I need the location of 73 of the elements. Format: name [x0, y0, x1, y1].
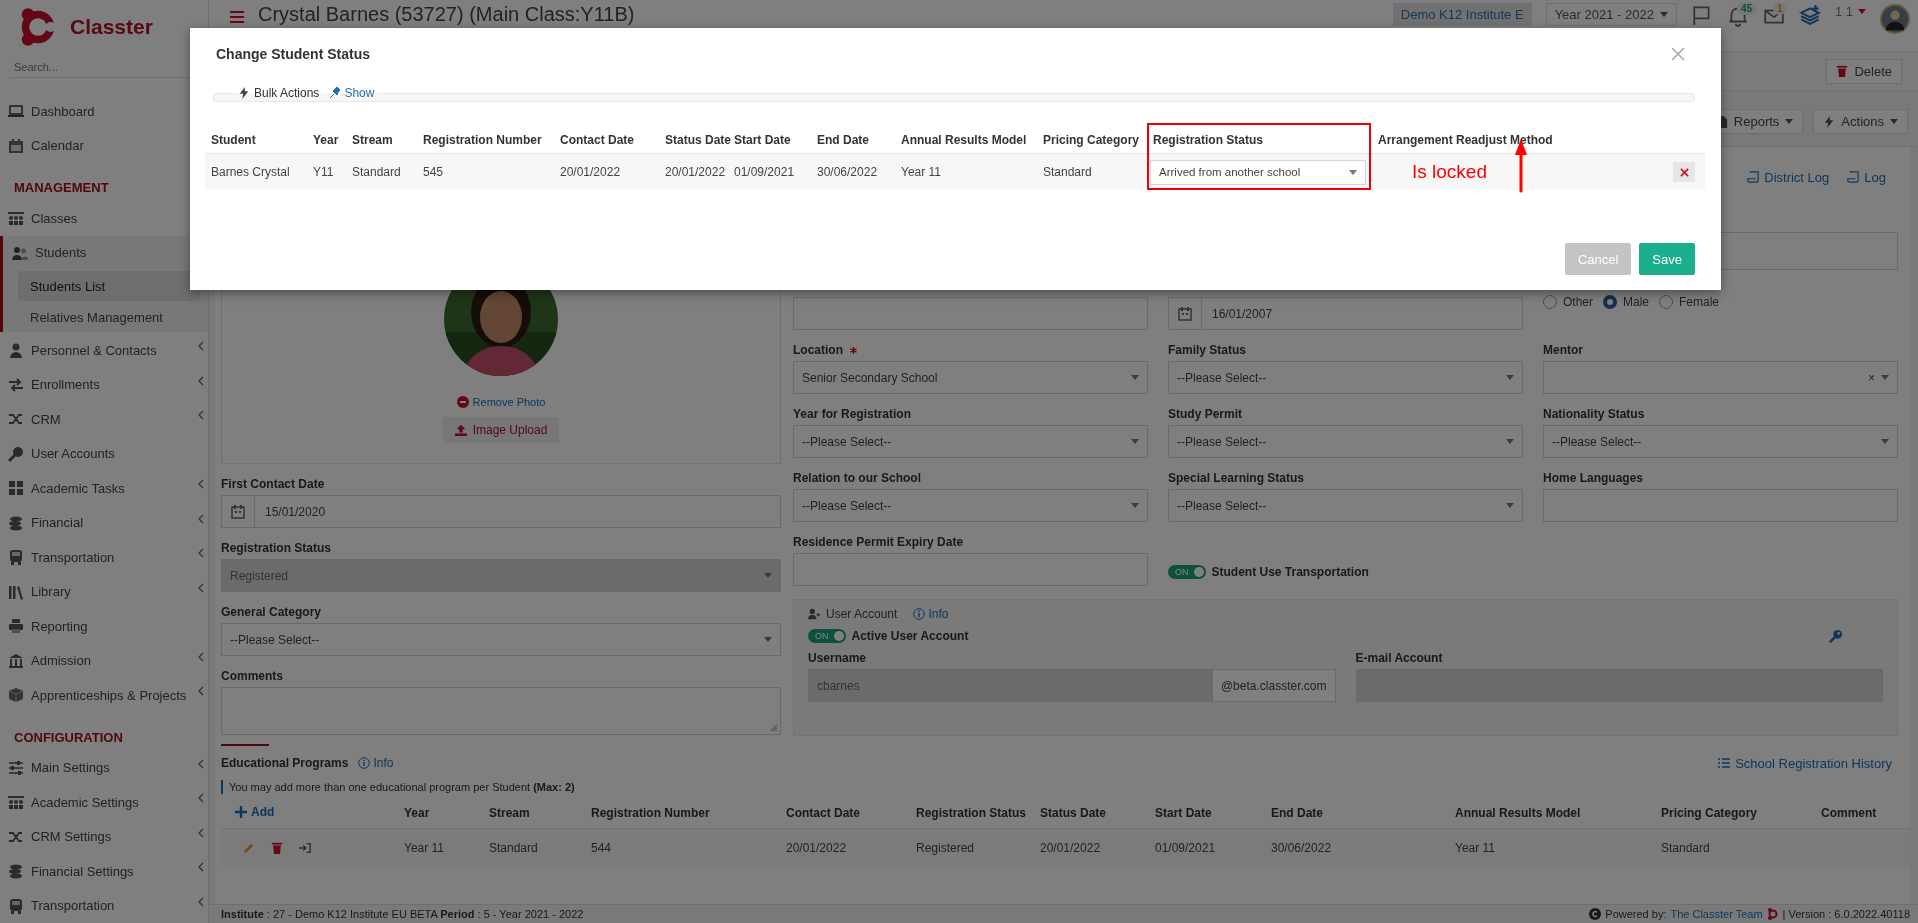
table-cell: Standard: [346, 153, 417, 190]
field-label: Nationality Status: [1543, 407, 1645, 421]
column-header: Registration Status: [912, 798, 1036, 829]
bulk-actions-label: Bulk Actions: [254, 86, 320, 100]
column-header: Contact Date: [782, 798, 912, 829]
section-heading: MANAGEMENT: [13, 179, 110, 197]
field-label: E-mail Account: [1355, 651, 1443, 665]
modal-title: Change Student Status: [216, 46, 371, 62]
annotation-text: Is locked: [1412, 161, 1488, 183]
column-header: Status Date: [1036, 798, 1151, 829]
table-cell: 20/01/2022: [782, 828, 912, 867]
field-label: Registration Status: [221, 541, 331, 555]
column-header: Annual Results Model: [895, 126, 1037, 154]
column-header: Pricing Category: [1037, 126, 1147, 154]
field-label: Home Languages: [1543, 471, 1644, 485]
toggle-label: Active User Account: [851, 629, 969, 643]
message-badge: 1: [1772, 2, 1787, 15]
field-label: Relation to our School: [793, 471, 921, 485]
logo-text: Classter: [70, 14, 153, 39]
domain-addon: @beta.classter.com: [1211, 669, 1336, 702]
table-cell: 544: [587, 828, 782, 867]
table-cell: 01/09/2021: [1151, 828, 1267, 867]
column-header: End Date: [1267, 798, 1451, 829]
table-cell: Year 11: [895, 153, 1037, 190]
field-label: Location: [793, 343, 843, 357]
section-title: Educational Programs: [221, 756, 349, 770]
column-header: Student: [205, 126, 307, 154]
column-header: Annual Results Model: [1451, 798, 1657, 829]
field-label: Username: [808, 651, 867, 665]
column-header: Pricing Category: [1657, 798, 1817, 829]
table-cell: Standard: [1037, 153, 1147, 190]
table-cell: Standard: [485, 828, 587, 867]
table-cell: 20/01/2022: [659, 153, 728, 190]
table-cell: Barnes Crystal: [205, 153, 307, 190]
toggle-label: Student Use Transportation: [1211, 565, 1369, 579]
notification-badge: 45: [1736, 2, 1757, 15]
column-header: Comment: [1817, 798, 1910, 829]
field-label: Year for Registration: [793, 407, 912, 421]
column-header: Registration Number: [417, 126, 554, 154]
table-cell: 545: [417, 153, 554, 190]
section-title: User Account: [826, 607, 898, 621]
table-cell: 20/01/2022: [1036, 828, 1151, 867]
table-cell: 30/06/2022: [1267, 828, 1451, 867]
table-cell: Y11: [307, 153, 346, 190]
footer-text: Powered by:: [1605, 908, 1667, 920]
column-header: Stream: [346, 126, 417, 154]
table-cell: Registered: [912, 828, 1036, 867]
field-label: Special Learning Status: [1168, 471, 1305, 485]
column-header: Year: [307, 126, 346, 154]
column-header: Contact Date: [554, 126, 659, 154]
field-label: Family Status: [1168, 343, 1247, 357]
column-header: Stream: [485, 798, 587, 829]
column-header: Registration Number: [587, 798, 782, 829]
column-header: Year: [400, 798, 485, 829]
field-label: Mentor: [1543, 343, 1583, 357]
page-title: Crystal Barnes (53727) (Main Class:Y11B): [258, 3, 635, 26]
field-label: Comments: [221, 669, 283, 683]
table-cell: 01/09/2021: [728, 153, 811, 190]
table-cell: 20/01/2022: [554, 153, 659, 190]
table-cell: Year 11: [1451, 828, 1657, 867]
column-header: End Date: [811, 126, 895, 154]
field-label: First Contact Date: [221, 477, 325, 491]
column-header: Start Date: [1151, 798, 1267, 829]
table-cell: 30/06/2022: [811, 153, 895, 190]
field-label: Study Permit: [1168, 407, 1242, 421]
note-text: You may add more than one educational program per Student (Max: 2): [221, 780, 1898, 794]
table-cell: Year 11: [400, 828, 485, 867]
table-cell: Standard: [1657, 828, 1817, 867]
footer-info: Institute : 27 - Demo K12 Institute EU BETA Period : 5 - Year 2021 - 2022: [221, 908, 584, 920]
field-label: Residence Permit Expiry Date: [793, 535, 964, 549]
section-heading: CONFIGURATION: [13, 728, 124, 747]
field-label: General Category: [221, 605, 322, 619]
version-text: | Version : 6.0.2022.40118: [1782, 908, 1910, 920]
